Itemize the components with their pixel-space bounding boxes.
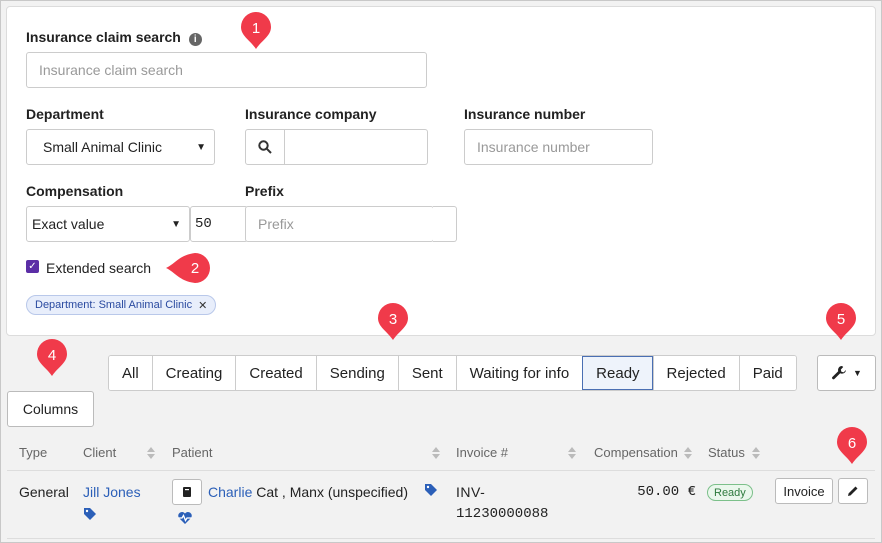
row-client-link[interactable]: Jill Jones — [83, 484, 141, 500]
department-select[interactable]: Small Animal Clinic ▼ — [26, 129, 215, 165]
annotation-marker-3: 3 — [378, 303, 408, 340]
prefix-label: Prefix — [245, 183, 284, 199]
status-tabs: All Creating Created Sending Sent Waiting for… — [108, 355, 797, 391]
search-icon — [258, 140, 272, 154]
invoice-button[interactable]: Invoice — [775, 478, 833, 504]
tab-created[interactable]: Created — [235, 356, 316, 390]
caret-down-icon: ▼ — [853, 368, 862, 378]
annotation-marker-4: 4 — [37, 339, 67, 376]
sort-icon — [432, 446, 440, 459]
book-icon — [183, 487, 191, 497]
column-header-invoice[interactable]: Invoice # — [456, 445, 576, 460]
tab-waiting-for-info[interactable]: Waiting for info — [455, 356, 583, 390]
filter-chip: Department: Small Animal Clinic ✕ — [26, 295, 217, 315]
tab-paid[interactable]: Paid — [738, 356, 796, 390]
status-badge: Ready — [707, 484, 753, 501]
annotation-marker-2: 2 — [166, 253, 210, 283]
tab-ready[interactable]: Ready — [582, 356, 653, 390]
column-header-status[interactable]: Status — [708, 445, 760, 460]
remove-filter-icon[interactable]: ✕ — [198, 299, 207, 312]
svg-text:2: 2 — [191, 260, 199, 277]
sort-icon — [752, 446, 760, 459]
table-header-divider — [7, 470, 875, 471]
department-value: Small Animal Clinic — [43, 139, 163, 155]
compensation-value-input[interactable]: 50 — [190, 206, 248, 242]
svg-text:5: 5 — [837, 311, 845, 328]
row-type: General — [19, 484, 69, 500]
edit-button[interactable] — [838, 478, 868, 504]
row-divider — [7, 538, 875, 539]
invoice-number-line-1: INV- — [456, 484, 486, 500]
svg-text:3: 3 — [389, 311, 397, 328]
annotation-marker-6: 6 — [837, 427, 867, 464]
patient-detail: Cat , Manx (unspecified) — [252, 484, 408, 500]
tools-dropdown-button[interactable]: ▼ — [817, 355, 876, 391]
sort-icon — [147, 446, 155, 459]
chevron-down-icon: ▼ — [196, 141, 206, 153]
tab-rejected[interactable]: Rejected — [652, 356, 739, 390]
svg-text:1: 1 — [252, 20, 260, 37]
column-header-type: Type — [19, 445, 48, 460]
claim-search-input[interactable] — [26, 52, 427, 88]
column-header-patient[interactable]: Patient — [172, 445, 440, 460]
tab-creating[interactable]: Creating — [151, 356, 236, 390]
patient-name-link[interactable]: Charlie — [208, 484, 252, 500]
compensation-mode-value: Exact value — [32, 216, 105, 232]
tag-icon — [425, 484, 437, 496]
columns-button[interactable]: Columns — [7, 391, 94, 427]
pencil-icon — [848, 486, 858, 496]
insurance-company-search-button[interactable] — [245, 129, 285, 165]
patient-record-button[interactable] — [172, 479, 202, 505]
info-icon[interactable]: i — [188, 33, 202, 46]
svg-text:6: 6 — [848, 435, 856, 452]
insurance-number-label: Insurance number — [464, 106, 586, 122]
department-label: Department — [26, 106, 104, 122]
tab-sending[interactable]: Sending — [315, 356, 398, 390]
column-header-compensation[interactable]: Compensation — [594, 445, 692, 460]
extended-search-label[interactable]: Extended search — [46, 260, 151, 276]
tab-sent[interactable]: Sent — [397, 356, 456, 390]
prefix-addon — [433, 206, 457, 242]
row-patient: Charlie Cat , Manx (unspecified) — [208, 484, 408, 500]
insurance-company-label: Insurance company — [245, 106, 377, 122]
svg-text:4: 4 — [48, 347, 56, 364]
annotation-marker-1: 1 — [241, 12, 271, 49]
row-invoice-number: INV- 11230000088 — [456, 484, 548, 522]
extended-search-checkbox[interactable]: ✓ — [26, 260, 39, 273]
wrench-icon — [832, 366, 847, 380]
tag-icon — [84, 508, 96, 520]
tab-all[interactable]: All — [109, 356, 152, 390]
column-header-client[interactable]: Client — [83, 445, 155, 460]
filter-chip-label: Department: Small Animal Clinic — [35, 299, 193, 311]
prefix-input[interactable] — [245, 206, 434, 242]
row-compensation: 50.00 € — [637, 484, 696, 500]
insurance-number-input[interactable] — [464, 129, 653, 165]
invoice-number-line-2: 11230000088 — [456, 506, 549, 522]
heart-pulse-icon — [178, 512, 192, 524]
claim-search-label: Insurance claim search i — [26, 29, 202, 46]
compensation-mode-select[interactable]: Exact value ▼ — [26, 206, 190, 242]
insurance-company-input[interactable] — [284, 129, 428, 165]
compensation-label: Compensation — [26, 183, 124, 199]
sort-icon — [568, 446, 576, 459]
annotation-marker-5: 5 — [826, 303, 856, 340]
sort-icon — [684, 446, 692, 459]
chevron-down-icon: ▼ — [171, 218, 181, 230]
